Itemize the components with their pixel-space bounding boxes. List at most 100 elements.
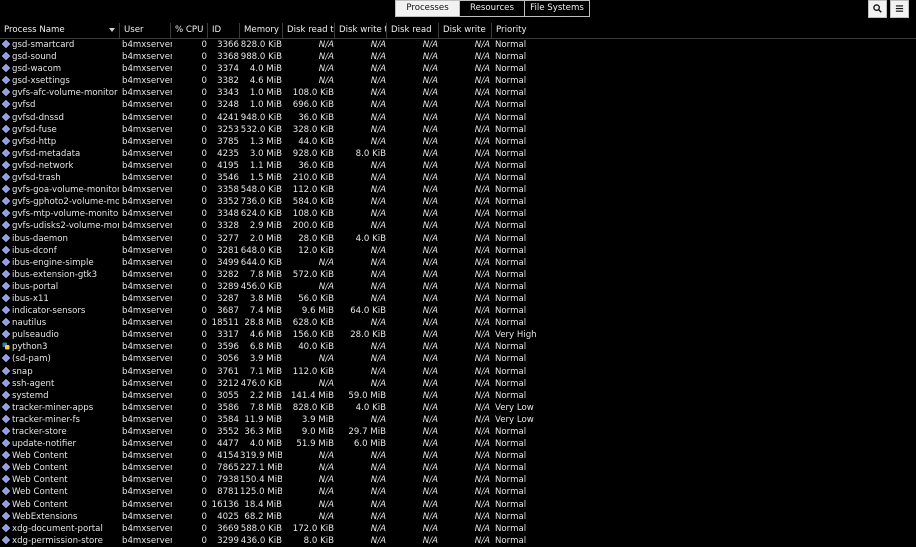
table-row[interactable]: gvfsd-trash b4mxserver 0 3546 1.5 MiB 210.0 K…	[0, 172, 916, 184]
priority-cell: Normal	[495, 342, 527, 353]
table-row[interactable]: indicator-sensors b4mxserver 0 3687 7.4 MiB 9…	[0, 305, 916, 317]
tab-resources[interactable]: Resources	[460, 0, 525, 17]
table-row[interactable]: gsd-xsettings b4mxserver 0 3382 4.6 MiB N/A N/…	[0, 75, 916, 87]
table-row[interactable]: ibus-x11 b4mxserver 0 3287 3.8 MiB 56.0 KiB N/…	[0, 293, 916, 305]
table-row[interactable]: gsd-smartcard b4mxserver 0 3366 828.0 KiB N/A…	[0, 39, 916, 51]
table-row[interactable]: gvfsd-http b4mxserver 0 3785 1.3 MiB 44.0 KiB…	[0, 136, 916, 148]
priority-cell: Very High	[495, 330, 537, 341]
process-name-label: indicator-sensors	[12, 306, 86, 317]
process-list: gsd-smartcard b4mxserver 0 3366 828.0 KiB N/A…	[0, 39, 916, 547]
pid-cell: 3366	[217, 40, 239, 50]
process-diamond-icon	[2, 463, 10, 472]
table-row[interactable]: Web Content b4mxserver 0 4154 319.9 MiB N/A N/…	[0, 450, 916, 462]
user-cell: b4mxserver	[122, 487, 172, 498]
process-name-label: gvfs-mtp-volume-monitor	[12, 209, 119, 220]
table-row[interactable]: ibus-dconf b4mxserver 0 3281 648.0 KiB 12.0 K…	[0, 245, 916, 257]
memory-cell: 7.1 MiB	[249, 366, 282, 377]
cpu-cell: 0	[201, 112, 207, 123]
user-cell: b4mxserver	[122, 269, 172, 280]
table-row[interactable]: gvfs-goa-volume-monitor b4mxserver 0 3358 54…	[0, 184, 916, 196]
disk-read-total-cell: 584.0 KiB	[292, 197, 334, 208]
table-row[interactable]: (sd-pam) b4mxserver 0 3056 3.9 MiB N/A N/A N/A N…	[0, 353, 916, 365]
table-row[interactable]: Web Content b4mxserver 0 16136 18.4 MiB N/A N/…	[0, 499, 916, 511]
table-row[interactable]: systemd b4mxserver 0 3055 2.2 MiB 141.4 MiB 59…	[0, 390, 916, 402]
table-row[interactable]: python3 b4mxserver 0 3596 6.8 MiB 40.0 KiB N/A…	[0, 341, 916, 353]
memory-cell: 548.0 KiB	[240, 185, 282, 196]
table-row[interactable]: xdg-permission-store b4mxserver 0 3299 436.0…	[0, 535, 916, 547]
column-header-process-name[interactable]: Process Name	[0, 23, 120, 38]
table-row[interactable]: gsd-sound b4mxserver 0 3368 988.0 KiB N/A N/A N…	[0, 51, 916, 63]
process-name-label: Web Content	[12, 499, 68, 510]
priority-cell: Normal	[495, 136, 527, 147]
user-cell: b4mxserver	[122, 148, 172, 159]
column-header-user[interactable]: User	[120, 23, 171, 38]
table-row[interactable]: nautilus b4mxserver 0 18511 28.8 MiB 628.0 Ki…	[0, 317, 916, 329]
process-name-cell: xdg-permission-store	[2, 535, 119, 547]
process-name-label: gsd-smartcard	[12, 40, 75, 50]
table-row[interactable]: gvfsd-fuse b4mxserver 0 3253 532.0 KiB 328.0 …	[0, 124, 916, 136]
table-row[interactable]: gvfs-udisks2-volume-monitorb4mxserver 0 33…	[0, 220, 916, 232]
process-name-label: xdg-document-portal	[12, 523, 103, 534]
table-row[interactable]: gvfsd-dnssd b4mxserver 0 4241 948.0 KiB 36.0 …	[0, 112, 916, 124]
table-row[interactable]: gvfsd b4mxserver 0 3248 1.0 MiB 696.0 KiB N/A N…	[0, 99, 916, 111]
memory-cell: 28.8 MiB	[244, 318, 282, 329]
table-row[interactable]: gvfsd-network b4mxserver 0 4195 1.1 MiB 36.0 …	[0, 160, 916, 172]
table-row[interactable]: snap b4mxserver 0 3761 7.1 MiB 112.0 KiB N/A N/…	[0, 366, 916, 378]
process-name-label: ibus-engine-simple	[12, 257, 94, 268]
tab-file-systems[interactable]: File Systems	[525, 0, 590, 17]
column-header-disk-write[interactable]: Disk write	[439, 23, 492, 38]
process-diamond-icon	[2, 160, 10, 169]
cpu-cell: 0	[201, 185, 207, 196]
process-name-label: WebExtensions	[12, 511, 78, 522]
table-row[interactable]: update-notifier b4mxserver 0 4477 4.0 MiB 51.…	[0, 438, 916, 450]
priority-cell: Normal	[495, 439, 527, 450]
disk-read-cell: N/A	[422, 40, 438, 50]
disk-read-total-cell: 12.0 KiB	[298, 245, 334, 256]
disk-read-total-cell: N/A	[318, 499, 334, 510]
column-header-disk-read-total[interactable]: Disk read tot	[283, 23, 335, 38]
table-row[interactable]: Web Content b4mxserver 0 8781 125.0 MiB N/A N/…	[0, 486, 916, 498]
table-row[interactable]: ibus-extension-gtk3 b4mxserver 0 3282 7.8 Mi…	[0, 269, 916, 281]
table-row[interactable]: Web Content b4mxserver 0 7865 227.1 MiB N/A N/…	[0, 462, 916, 474]
table-row[interactable]: ibus-daemon b4mxserver 0 3277 2.0 MiB 28.0 Ki…	[0, 233, 916, 245]
table-row[interactable]: gvfs-afc-volume-monitor b4mxserver 0 3343 1.…	[0, 87, 916, 99]
user-cell: b4mxserver	[122, 463, 172, 474]
table-row[interactable]: tracker-miner-apps b4mxserver 0 3586 7.8 MiB…	[0, 402, 916, 414]
table-row[interactable]: gvfsd-metadata b4mxserver 0 4235 3.0 MiB 928.…	[0, 148, 916, 160]
process-name-cell: tracker-miner-apps	[2, 402, 119, 414]
process-name-cell: ibus-x11	[2, 293, 119, 305]
column-header-memory[interactable]: Memory	[240, 23, 283, 38]
disk-write-cell: N/A	[474, 52, 490, 63]
table-row[interactable]: ibus-engine-simple b4mxserver 0 3499 644.0 K…	[0, 257, 916, 269]
user-cell: b4mxserver	[122, 185, 172, 196]
disk-write-cell: N/A	[474, 209, 490, 220]
table-row[interactable]: tracker-miner-fs b4mxserver 0 3584 11.9 MiB 3…	[0, 414, 916, 426]
table-row[interactable]: tracker-store b4mxserver 0 3552 36.3 MiB 9.0 …	[0, 426, 916, 438]
table-row[interactable]: gvfs-gphoto2-volume-monitob4mxserver 0 335…	[0, 196, 916, 208]
table-row[interactable]: WebExtensions b4mxserver 0 4025 68.2 MiB N/A N…	[0, 511, 916, 523]
table-row[interactable]: pulseaudio b4mxserver 0 3317 4.6 MiB 156.0 Ki…	[0, 329, 916, 341]
menu-button[interactable]	[890, 0, 909, 18]
tab-processes[interactable]: Processes	[395, 0, 460, 17]
column-header-disk-write-total[interactable]: Disk write to	[335, 23, 387, 38]
column-header-cpu[interactable]: % CPU	[171, 23, 208, 38]
table-row[interactable]: gsd-wacom b4mxserver 0 3374 4.0 MiB N/A N/A N/A…	[0, 63, 916, 75]
table-row[interactable]: Web Content b4mxserver 0 7938 150.4 MiB N/A N/…	[0, 474, 916, 486]
table-row[interactable]: xdg-document-portal b4mxserver 0 3669 588.0 …	[0, 523, 916, 535]
disk-write-cell: N/A	[474, 112, 490, 123]
table-row[interactable]: gvfs-mtp-volume-monitor b4mxserver 0 3348 62…	[0, 208, 916, 220]
column-header-disk-read[interactable]: Disk read	[387, 23, 439, 38]
column-header-priority[interactable]: Priority	[492, 23, 916, 38]
pid-cell: 3669	[217, 523, 239, 534]
disk-read-cell: N/A	[422, 318, 438, 329]
disk-write-cell: N/A	[474, 185, 490, 196]
column-header-id[interactable]: ID	[208, 23, 240, 38]
table-row[interactable]: ibus-portal b4mxserver 0 3289 456.0 KiB N/A N/…	[0, 281, 916, 293]
table-row[interactable]: ssh-agent b4mxserver 0 3212 476.0 KiB N/A N/A N…	[0, 378, 916, 390]
search-button[interactable]	[868, 0, 887, 18]
memory-cell: 476.0 KiB	[240, 378, 282, 389]
process-name-cell: (sd-pam)	[2, 353, 119, 365]
process-diamond-icon	[2, 221, 10, 230]
pid-cell: 3368	[217, 52, 239, 63]
user-cell: b4mxserver	[122, 281, 172, 292]
